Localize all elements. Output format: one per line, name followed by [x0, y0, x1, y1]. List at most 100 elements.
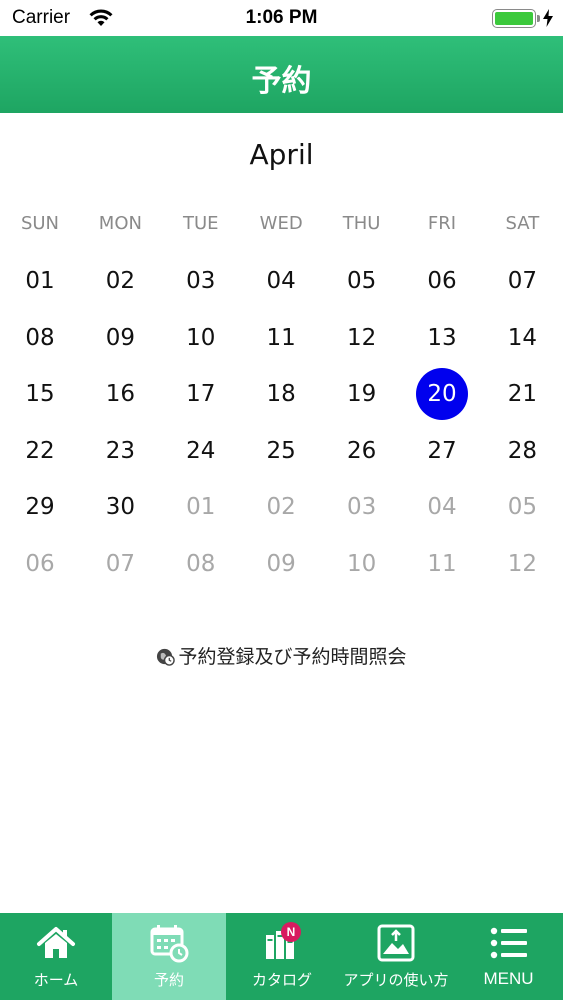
page-title: 予約 [251, 64, 312, 99]
wifi-icon [89, 9, 113, 26]
calendar-grid: 01 02 03 04 05 06 07 08 09 10 11 12 13 14 15 16 17 18 19 20… [0, 253, 563, 593]
tab-home[interactable]: ホーム [0, 913, 112, 1000]
calendar-day[interactable]: 09 [241, 536, 321, 592]
calendar-day[interactable]: 11 [241, 310, 321, 366]
calendar-day-number: 12 [507, 551, 538, 577]
weekday-label-wed: WED [259, 213, 303, 234]
calendar-day[interactable]: 15 [0, 366, 80, 422]
calendar-day[interactable]: 22 [0, 423, 80, 479]
calendar-day-number: 18 [266, 381, 296, 408]
calendar-day[interactable]: 06 [402, 253, 482, 309]
calendar-day[interactable]: 12 [482, 536, 562, 592]
calendar-day[interactable]: 04 [402, 479, 482, 535]
calendar-day[interactable]: 09 [80, 310, 160, 366]
calendar-day-number: 20 [416, 368, 468, 421]
calendar-day[interactable]: 13 [402, 310, 482, 366]
calendar-day[interactable]: 28 [482, 423, 562, 479]
calendar-day[interactable]: 06 [0, 536, 80, 592]
calendar-day[interactable]: 10 [322, 536, 402, 592]
calendar-month-title: April [249, 138, 314, 171]
calendar-day[interactable]: 05 [482, 479, 562, 535]
calendar-day[interactable]: 02 [80, 253, 160, 309]
calendar-day-number: 05 [507, 494, 538, 521]
calendar-day[interactable]: 01 [0, 253, 80, 309]
tab-reservation[interactable]: 予約 [112, 913, 226, 1000]
calendar-day[interactable]: 05 [322, 253, 402, 309]
weekday-label-sat: SAT [505, 213, 540, 234]
calendar-day-number: 06 [427, 268, 457, 294]
calendar-day-number: 14 [507, 324, 538, 351]
calendar-day[interactable]: 01 [161, 479, 241, 535]
calendar-day-number: 29 [25, 494, 55, 521]
picture-icon [377, 924, 415, 962]
calendar-day-number: 04 [427, 494, 457, 521]
calendar-day-number: 16 [105, 381, 136, 408]
calendar-day[interactable]: 23 [80, 423, 160, 479]
calendar-day-number: 06 [25, 551, 55, 577]
calendar-day-number: 25 [266, 437, 296, 464]
calendar-day[interactable]: 26 [322, 423, 402, 479]
calendar-day-number: 17 [186, 381, 216, 408]
tab-catalog-label: カタログ [251, 971, 312, 989]
calendar-day-number: 30 [105, 494, 136, 521]
tab-menu[interactable]: MENU [454, 913, 563, 1000]
tab-catalog[interactable]: N カタログ [226, 913, 338, 1000]
calendar-day[interactable]: 21 [482, 366, 562, 422]
calendar-day[interactable]: 17 [161, 366, 241, 422]
calendar-day[interactable]: 19 [322, 366, 402, 422]
weekday-label-fri: FRI [427, 213, 457, 234]
calendar-day[interactable]: 14 [482, 310, 562, 366]
home-icon [37, 927, 75, 958]
weekday-label-tue: TUE [183, 213, 219, 234]
calendar-day-number: 09 [105, 324, 136, 351]
calendar-day[interactable]: 16 [80, 366, 160, 422]
calendar-day-number: 11 [266, 324, 296, 351]
calendar-day[interactable]: 10 [161, 310, 241, 366]
calendar-day[interactable]: 24 [161, 423, 241, 479]
calendar-day[interactable]: 02 [241, 479, 321, 535]
carrier-label: Carrier [12, 7, 71, 28]
calendar-day[interactable]: 08 [161, 536, 241, 592]
tab-home-label: ホーム [33, 971, 79, 989]
menu-list-icon [490, 927, 527, 959]
tab-how-to-use[interactable]: アプリの使い方 [338, 913, 454, 1000]
calendar-day[interactable]: 27 [402, 423, 482, 479]
app-header: 予約 [0, 36, 563, 113]
weekday-header-row: SUN MON TUE WED THU FRI SAT [0, 213, 563, 237]
calendar-day-number: 07 [105, 551, 136, 577]
calendar-clock-icon [150, 925, 189, 963]
calendar-day[interactable]: 29 [0, 479, 80, 535]
calendar-day-selected[interactable]: 20 [402, 366, 482, 422]
calendar-day-number: 21 [507, 381, 538, 408]
calendar-day[interactable]: 11 [402, 536, 482, 592]
globe-clock-icon [157, 648, 176, 666]
calendar-day-number: 10 [186, 324, 216, 351]
calendar-day-number: 23 [105, 437, 136, 464]
calendar-day[interactable]: 18 [241, 366, 321, 422]
bottom-tab-bar: ホーム 予約 N カタログ アプリの使い方 MENU [0, 913, 563, 1000]
calendar-day[interactable]: 08 [0, 310, 80, 366]
calendar-day-number: 09 [266, 551, 296, 577]
calendar-day[interactable]: 12 [322, 310, 402, 366]
reservation-link[interactable]: 予約登録及び予約時間照会 [0, 642, 563, 669]
calendar-day-number: 28 [507, 437, 538, 464]
catalog-new-badge: N [281, 922, 301, 942]
calendar-day[interactable]: 07 [80, 536, 160, 592]
calendar-day[interactable]: 03 [161, 253, 241, 309]
calendar-day[interactable]: 25 [241, 423, 321, 479]
reservation-link-label: 予約登録及び予約時間照会 [178, 646, 407, 668]
calendar-day[interactable]: 30 [80, 479, 160, 535]
calendar-day-number: 08 [25, 324, 55, 351]
calendar-day-number: 07 [507, 268, 538, 294]
calendar-day[interactable]: 03 [322, 479, 402, 535]
tab-how-to-use-label: アプリの使い方 [343, 971, 449, 989]
calendar-day-number: 13 [427, 324, 457, 351]
calendar-day[interactable]: 04 [241, 253, 321, 309]
calendar-day-number: 05 [346, 268, 377, 294]
weekday-label-thu: THU [342, 213, 381, 234]
calendar-day-number: 24 [186, 437, 216, 464]
calendar-day-number: 08 [186, 551, 216, 577]
calendar-day[interactable]: 07 [482, 253, 562, 309]
battery-icon [492, 9, 540, 28]
calendar-day-number: 22 [25, 437, 55, 464]
